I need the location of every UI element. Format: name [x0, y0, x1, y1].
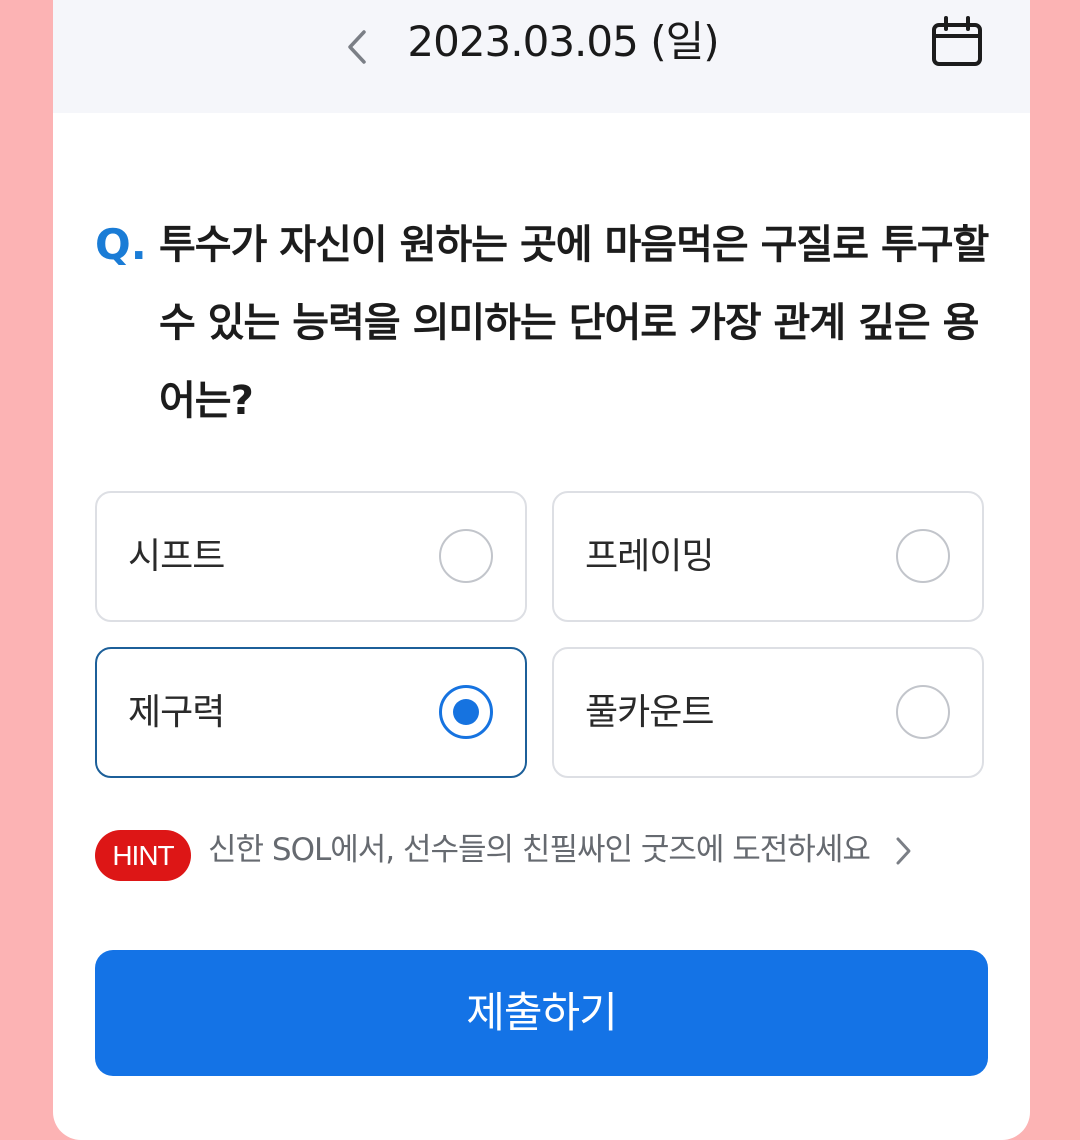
question-text: 투수가 자신이 원하는 곳에 마음먹은 구질로 투구할 수 있는 능력을 의미하… — [159, 222, 989, 424]
option-label: 풀카운트 — [585, 692, 714, 733]
radio-dot — [453, 699, 479, 725]
option-control[interactable]: 제구력 — [95, 647, 527, 778]
radio-button[interactable] — [896, 685, 950, 739]
calendar-icon[interactable] — [929, 14, 985, 70]
hint-badge: HINT — [95, 830, 191, 881]
option-framing[interactable]: 프레이밍 — [552, 491, 984, 622]
date-header: 2023.03.05 (일) — [53, 0, 1030, 113]
chevron-right-icon — [896, 837, 911, 865]
hint-link[interactable]: 신한 SOL에서, 선수들의 친필싸인 굿즈에 도전하세요 — [208, 825, 928, 885]
chevron-left-icon[interactable] — [338, 22, 374, 72]
radio-button[interactable] — [896, 529, 950, 583]
option-label: 시프트 — [128, 536, 225, 577]
quiz-card: 2023.03.05 (일) Q. 투수가 자신이 원하는 곳에 마음먹은 구질… — [53, 0, 1030, 1140]
option-full-count[interactable]: 풀카운트 — [552, 647, 984, 778]
radio-button[interactable] — [439, 529, 493, 583]
option-shift[interactable]: 시프트 — [95, 491, 527, 622]
question-mark: Q. — [95, 220, 147, 269]
hint-text: 신한 SOL에서, 선수들의 친필싸인 굿즈에 도전하세요 — [208, 832, 871, 868]
submit-button[interactable]: 제출하기 — [95, 950, 988, 1076]
option-label: 프레이밍 — [585, 536, 714, 577]
radio-button-selected[interactable] — [439, 685, 493, 739]
date-title: 2023.03.05 (일) — [407, 17, 719, 66]
option-label: 제구력 — [128, 692, 225, 733]
